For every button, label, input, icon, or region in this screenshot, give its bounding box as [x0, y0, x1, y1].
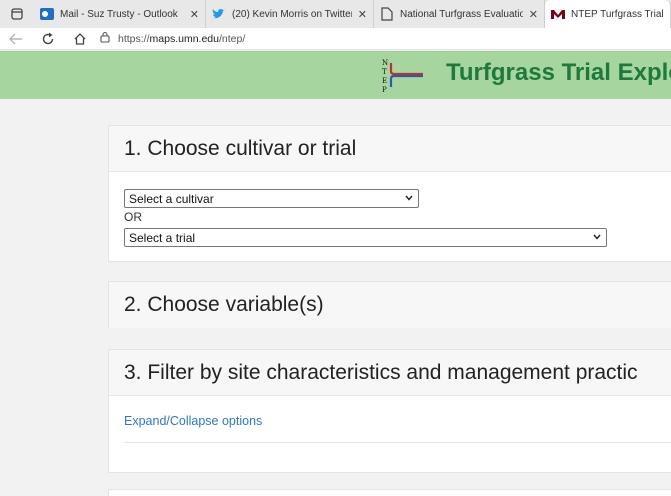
section-heading: 1. Choose cultivar or trial	[124, 136, 357, 160]
home-icon	[74, 32, 86, 45]
filter-panel: 3. Filter by site characteristics and ma…	[108, 349, 671, 473]
section-heading: 3. Filter by site characteristics and ma…	[124, 360, 638, 384]
choose-panel-header: 1. Choose cultivar or trial	[109, 126, 671, 172]
choose-panel: 1. Choose cultivar or trial Select a cul…	[108, 125, 671, 262]
close-icon[interactable]: ✕	[358, 8, 367, 21]
tab-title: (20) Kevin Morris on Twitter: "You	[232, 8, 352, 20]
address-field[interactable]: https://maps.umn.edu/ntep/	[100, 31, 245, 46]
url-host: maps.umn.edu	[149, 32, 219, 45]
tab-twitter[interactable]: (20) Kevin Morris on Twitter: "You ✕	[206, 0, 374, 28]
cultivar-select-value: Select a cultivar	[129, 191, 214, 206]
twitter-icon	[212, 7, 226, 21]
tab-actions-button[interactable]	[0, 0, 34, 28]
svg-text:P: P	[382, 86, 387, 93]
svg-text:E: E	[382, 77, 387, 85]
page-icon	[380, 7, 394, 21]
back-button[interactable]	[0, 28, 32, 50]
close-icon[interactable]: ✕	[190, 8, 199, 21]
or-label: OR	[124, 210, 142, 224]
close-icon[interactable]: ✕	[529, 8, 538, 21]
expand-collapse-link[interactable]: Expand/Collapse options	[124, 414, 262, 428]
site-header: N T E P Turfgrass Trial Explo	[0, 51, 671, 99]
svg-text:T: T	[382, 68, 387, 76]
filter-panel-header: 3. Filter by site characteristics and ma…	[109, 350, 671, 396]
address-bar-row: https://maps.umn.edu/ntep/	[0, 28, 671, 50]
back-arrow-icon	[9, 33, 22, 44]
tab-title: NTEP Turfgrass Trial Explo	[571, 8, 664, 20]
reload-icon	[42, 32, 54, 44]
next-panel	[108, 489, 671, 496]
trial-select-value: Select a trial	[129, 230, 196, 245]
chevron-down-icon	[405, 195, 413, 201]
cultivar-select[interactable]: Select a cultivar	[124, 189, 419, 208]
url-scheme: https://	[118, 32, 150, 45]
site-title: Turfgrass Trial Explo	[446, 59, 671, 86]
tab-actions-icon	[11, 8, 23, 20]
variables-panel: 2. Choose variable(s)	[108, 281, 671, 328]
tab-outlook[interactable]: Mail - Suz Trusty - Outlook ✕	[34, 0, 206, 28]
umn-icon	[551, 7, 565, 21]
url-path: /ntep/	[218, 32, 246, 45]
svg-text:N: N	[382, 59, 388, 67]
reload-button[interactable]	[32, 28, 64, 50]
outlook-icon	[40, 7, 54, 21]
tab-ntep-explorer[interactable]: NTEP Turfgrass Trial Explo	[545, 0, 671, 28]
lock-icon	[100, 31, 110, 46]
section-heading: 2. Choose variable(s)	[124, 293, 324, 316]
trial-select[interactable]: Select a trial	[124, 228, 607, 247]
tab-title: Mail - Suz Trusty - Outlook	[60, 8, 178, 20]
variables-panel-header[interactable]: 2. Choose variable(s)	[109, 282, 671, 328]
home-button[interactable]	[64, 28, 96, 50]
browser-tab-strip: Mail - Suz Trusty - Outlook ✕ (20) Kevin…	[0, 0, 671, 28]
divider	[124, 442, 671, 443]
tab-title: National Turfgrass Evaluation Pro	[400, 8, 523, 20]
chevron-down-icon	[593, 234, 601, 240]
tab-ntep-national[interactable]: National Turfgrass Evaluation Pro ✕	[374, 0, 545, 28]
ntep-logo: N T E P	[382, 59, 423, 93]
